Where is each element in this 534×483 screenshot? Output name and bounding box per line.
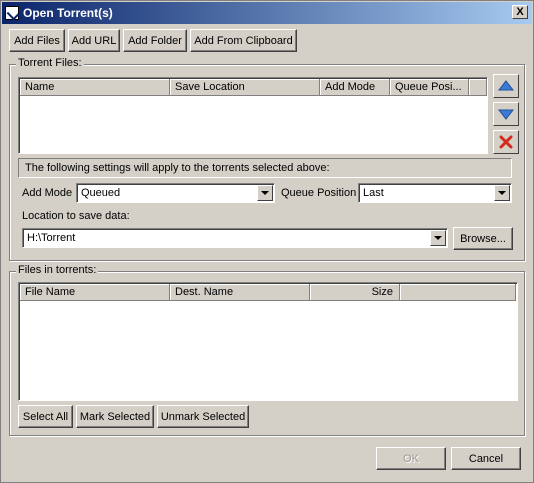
- save-location-input[interactable]: H:\Torrent: [22, 228, 448, 248]
- title-bar[interactable]: Open Torrent(s) X: [2, 2, 532, 24]
- add-url-button[interactable]: Add URL: [68, 29, 120, 52]
- window-title: Open Torrent(s): [23, 6, 113, 20]
- files-in-torrents-legend: Files in torrents:: [16, 264, 99, 276]
- add-mode-select[interactable]: Queued: [76, 183, 275, 203]
- unmark-selected-button[interactable]: Unmark Selected: [157, 405, 249, 428]
- move-up-button[interactable]: [493, 74, 519, 98]
- add-from-clipboard-button[interactable]: Add From Clipboard: [190, 29, 297, 52]
- column-header-size[interactable]: Size: [310, 284, 400, 301]
- add-mode-value: Queued: [81, 187, 121, 199]
- column-header-add-mode[interactable]: Add Mode: [320, 79, 390, 96]
- torrent-files-list[interactable]: Name Save Location Add Mode Queue Posi..…: [18, 77, 488, 154]
- queue-position-select[interactable]: Last: [358, 183, 512, 203]
- remove-torrent-button[interactable]: [493, 130, 519, 154]
- red-x-icon: [499, 135, 513, 149]
- open-torrents-dialog: Open Torrent(s) X Add Files Add URL Add …: [0, 0, 534, 483]
- settings-info-text: The following settings will apply to the…: [25, 162, 330, 174]
- column-header-filler: [400, 284, 516, 301]
- chevron-down-icon[interactable]: [494, 185, 510, 201]
- cancel-button[interactable]: Cancel: [451, 447, 521, 470]
- files-in-torrents-list[interactable]: File Name Dest. Name Size: [18, 282, 518, 401]
- save-location-value: H:\Torrent: [27, 232, 76, 244]
- close-button[interactable]: X: [512, 5, 528, 19]
- app-icon: [5, 6, 19, 20]
- column-header-file-name[interactable]: File Name: [20, 284, 170, 301]
- column-header-filler: [469, 79, 487, 96]
- select-all-button[interactable]: Select All: [18, 405, 73, 428]
- chevron-down-icon[interactable]: [430, 230, 446, 246]
- down-arrow-icon: [498, 109, 514, 120]
- queue-position-value: Last: [363, 187, 384, 199]
- column-header-queue-position[interactable]: Queue Posi...: [390, 79, 469, 96]
- column-header-dest-name[interactable]: Dest. Name: [170, 284, 310, 301]
- up-arrow-icon: [498, 80, 514, 91]
- add-folder-button[interactable]: Add Folder: [123, 29, 187, 52]
- queue-position-label: Queue Position: [281, 187, 357, 199]
- mark-selected-button[interactable]: Mark Selected: [76, 405, 154, 428]
- move-down-button[interactable]: [493, 102, 519, 126]
- browse-button[interactable]: Browse...: [453, 227, 513, 250]
- torrent-files-legend: Torrent Files:: [16, 57, 84, 69]
- column-header-save-location[interactable]: Save Location: [170, 79, 320, 96]
- add-files-button[interactable]: Add Files: [9, 29, 65, 52]
- settings-info-bar: The following settings will apply to the…: [18, 158, 512, 178]
- location-label: Location to save data:: [22, 210, 130, 222]
- chevron-down-icon[interactable]: [257, 185, 273, 201]
- ok-button[interactable]: OK: [376, 447, 446, 470]
- column-header-name[interactable]: Name: [20, 79, 170, 96]
- add-mode-label: Add Mode: [22, 187, 73, 199]
